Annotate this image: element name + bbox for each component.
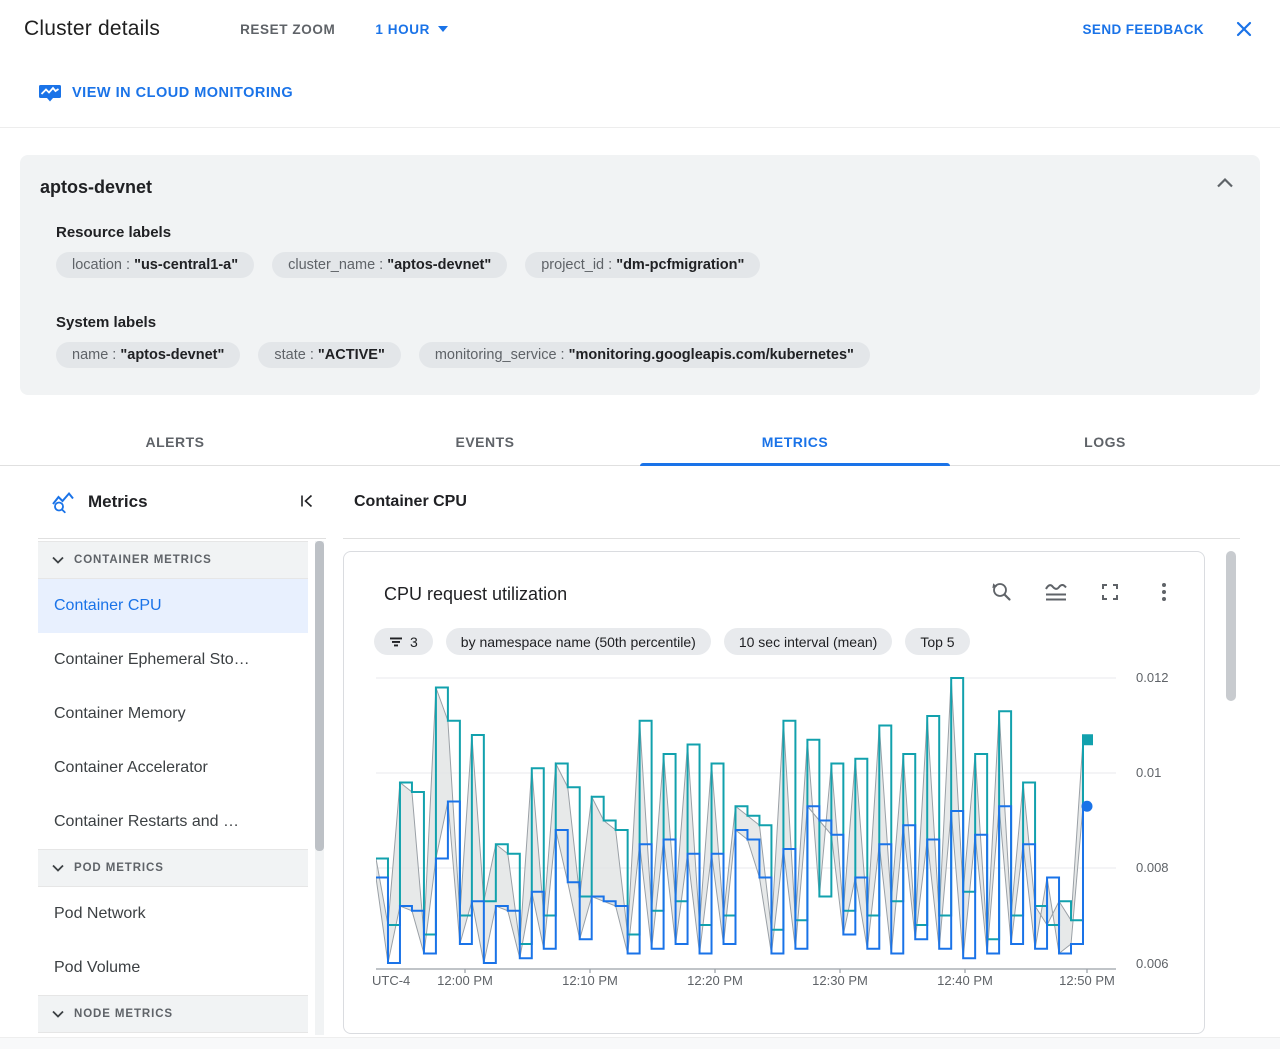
- y-axis-tick: 0.006: [1136, 956, 1169, 971]
- sidebar-title: Metrics: [88, 492, 148, 511]
- sidebar-item-container-cpu[interactable]: Container CPU: [38, 579, 308, 633]
- view-in-cloud-monitoring-label: VIEW IN CLOUD MONITORING: [72, 84, 294, 101]
- interval-chip[interactable]: 10 sec interval (mean): [723, 628, 893, 655]
- chevron-down-icon: [52, 556, 64, 564]
- top-bar: Cluster details RESET ZOOM 1 HOUR SEND F…: [0, 0, 1280, 58]
- sidebar-item-container-ephemeral-storage[interactable]: Container Ephemeral Sto…: [38, 633, 308, 687]
- chart-toolbar: [990, 580, 1176, 604]
- resource-labels-title: Resource labels: [56, 224, 172, 241]
- y-axis-tick: 0.008: [1136, 860, 1169, 875]
- sidebar-item-container-accelerator[interactable]: Container Accelerator: [38, 741, 308, 795]
- zoom-reset-icon: [992, 583, 1011, 601]
- sidebar-item-pod-network[interactable]: Pod Network: [38, 887, 308, 941]
- metrics-sidebar-header: Metrics: [38, 466, 326, 539]
- system-labels-title: System labels: [56, 314, 157, 331]
- x-axis-tick: 12:30 PM: [812, 973, 868, 988]
- tab-bar: ALERTS EVENTS METRICS LOGS: [0, 418, 1280, 466]
- page-title: Cluster details: [24, 17, 161, 40]
- time-range-label: 1 HOUR: [375, 21, 430, 37]
- label-chip-name: name : "aptos-devnet": [56, 342, 241, 368]
- label-chip-project-id: project_id : "dm-pcfmigration": [525, 252, 761, 278]
- area-chart-icon: [1045, 584, 1067, 601]
- label-chip-cluster-name: cluster_name : "aptos-devnet": [272, 252, 508, 278]
- fullscreen-button[interactable]: [1098, 580, 1122, 604]
- collapse-sidebar-button[interactable]: [294, 488, 320, 517]
- topn-chip[interactable]: Top 5: [905, 628, 970, 655]
- collapse-panel-icon: [301, 494, 313, 507]
- y-axis-tick: 0.01: [1136, 765, 1162, 780]
- timezone-label: UTC-4: [372, 973, 411, 988]
- x-axis-tick: 12:10 PM: [562, 973, 618, 988]
- main-scrollbar-thumb[interactable]: [1226, 551, 1236, 701]
- x-axis-tick: 12:20 PM: [687, 973, 743, 988]
- cluster-name-title: aptos-devnet: [40, 177, 153, 197]
- send-feedback-button[interactable]: SEND FEEDBACK: [1083, 22, 1204, 37]
- zoom-reset-button[interactable]: [990, 580, 1014, 604]
- view-in-cloud-monitoring-link[interactable]: VIEW IN CLOUD MONITORING: [38, 83, 293, 103]
- system-labels-row: name : "aptos-devnet" state : "ACTIVE" m…: [56, 342, 1240, 368]
- y-axis-tick: 0.012: [1136, 670, 1169, 685]
- close-icon: [1236, 21, 1252, 37]
- resource-labels-row: location : "us-central1-a" cluster_name …: [56, 252, 1240, 278]
- x-axis-tick: 12:00 PM: [437, 973, 493, 988]
- chevron-up-icon: [1217, 177, 1233, 188]
- fullscreen-icon: [1102, 584, 1118, 600]
- more-options-button[interactable]: [1152, 580, 1176, 604]
- chevron-down-icon: [52, 864, 64, 872]
- metric-panel-title: Container CPU: [354, 493, 467, 510]
- label-chip-location: location : "us-central1-a": [56, 252, 255, 278]
- tab-metrics[interactable]: METRICS: [640, 418, 950, 466]
- cpu-utilization-plot[interactable]: [376, 663, 1116, 973]
- time-range-dropdown[interactable]: 1 HOUR: [375, 22, 448, 37]
- collapse-card-button[interactable]: [1216, 177, 1234, 192]
- section-container-metrics[interactable]: CONTAINER METRICS: [38, 541, 308, 579]
- chevron-down-icon: [52, 1010, 64, 1018]
- bottom-scroll-strip: [0, 1037, 1280, 1049]
- close-button[interactable]: [1230, 15, 1258, 43]
- sidebar-scrollbar[interactable]: [315, 541, 324, 1035]
- reset-zoom-button[interactable]: RESET ZOOM: [240, 22, 335, 37]
- section-pod-metrics[interactable]: POD METRICS: [38, 849, 308, 887]
- section-node-metrics[interactable]: NODE METRICS: [38, 995, 308, 1033]
- chart-card: CPU request utilization 3 by namespace n…: [343, 551, 1205, 1034]
- sidebar-item-container-restarts[interactable]: Container Restarts and …: [38, 795, 308, 849]
- chevron-down-icon: [437, 26, 448, 32]
- link-row: VIEW IN CLOUD MONITORING: [0, 58, 1280, 128]
- sidebar-item-pod-volume[interactable]: Pod Volume: [38, 941, 308, 995]
- cluster-details-panel: Cluster details RESET ZOOM 1 HOUR SEND F…: [0, 0, 1280, 1049]
- x-axis-tick: 12:40 PM: [937, 973, 993, 988]
- cluster-summary-card: aptos-devnet Resource labels location : …: [20, 155, 1260, 395]
- metrics-list: CONTAINER METRICS Container CPU Containe…: [38, 541, 308, 1033]
- main-panel-header: Container CPU: [343, 466, 1240, 539]
- more-vert-icon: [1162, 583, 1166, 601]
- metrics-icon: [52, 491, 74, 514]
- groupby-chip[interactable]: by namespace name (50th percentile): [445, 628, 711, 655]
- label-chip-state: state : "ACTIVE": [258, 342, 401, 368]
- filter-list-icon: [390, 637, 402, 646]
- tab-events[interactable]: EVENTS: [330, 418, 640, 465]
- filter-count-chip[interactable]: 3: [374, 628, 433, 655]
- x-axis-tick: 12:50 PM: [1059, 973, 1115, 988]
- monitoring-chart-icon: [39, 84, 61, 101]
- label-chip-monitoring-service: monitoring_service : "monitoring.googlea…: [418, 342, 870, 368]
- tab-logs[interactable]: LOGS: [950, 418, 1260, 465]
- chart-title: CPU request utilization: [384, 584, 568, 604]
- sidebar-item-container-memory[interactable]: Container Memory: [38, 687, 308, 741]
- sidebar-scrollbar-thumb[interactable]: [315, 541, 324, 851]
- chart-filter-chips: 3 by namespace name (50th percentile) 10…: [374, 628, 970, 655]
- content-area: Metrics CONTAINER METRICS Container CPU …: [0, 466, 1280, 1049]
- chart-mode-button[interactable]: [1044, 580, 1068, 604]
- tab-alerts[interactable]: ALERTS: [20, 418, 330, 465]
